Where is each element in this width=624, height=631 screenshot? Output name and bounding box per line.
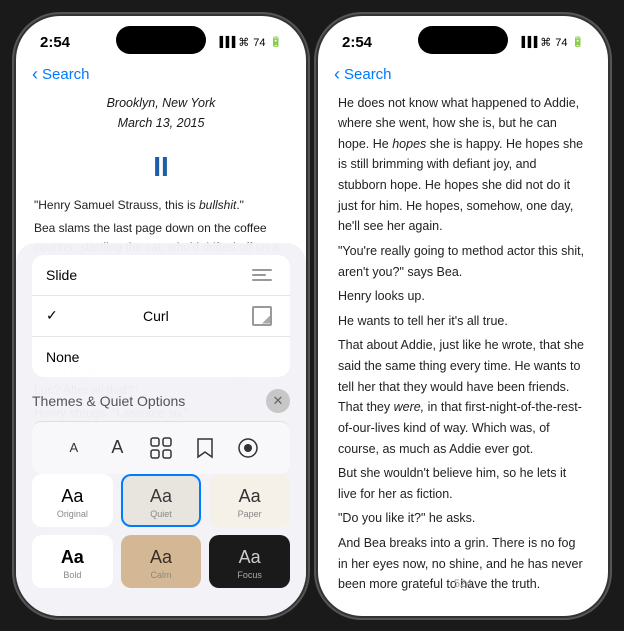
theme-label-calm: Calm [150, 570, 171, 580]
wifi-icon: ⌘ [238, 36, 249, 49]
theme-label-original: Original [57, 509, 88, 519]
theme-aa-original: Aa [61, 486, 83, 507]
back-button-left[interactable]: ‹ Search [32, 64, 90, 85]
book-para-1: "Henry Samuel Strauss, this is bullshit.… [34, 196, 288, 215]
back-label-left: Search [42, 66, 90, 83]
slide-options: Slide ✓ Curl [32, 255, 290, 377]
none-icon [248, 347, 276, 367]
slide-option-label-curl: Curl [143, 308, 169, 324]
theme-card-paper[interactable]: Aa Paper [209, 474, 290, 527]
theme-aa-quiet: Aa [150, 486, 172, 507]
right-para-7: "Do you like it?" he asks. [338, 508, 588, 529]
font-small-button[interactable]: A [56, 430, 92, 466]
book-header: Brooklyn, New York March 13, 2015 [34, 93, 288, 134]
chevron-left-icon: ‹ [32, 64, 38, 85]
theme-aa-focus: Aa [239, 547, 261, 568]
right-para-4: He wants to tell her it's all true. [338, 311, 588, 332]
theme-card-bold[interactable]: Aa Bold [32, 535, 113, 588]
theme-label-paper: Paper [238, 509, 262, 519]
themes-button[interactable] [143, 430, 179, 466]
book-location: Brooklyn, New York [34, 93, 288, 114]
slide-lines-icon [248, 265, 276, 285]
more-button[interactable] [230, 430, 266, 466]
theme-card-quiet[interactable]: Aa Quiet [121, 474, 202, 527]
right-para-1: He does not know what happened to Addie,… [338, 93, 588, 237]
right-para-5: That about Addie, just like he wrote, th… [338, 335, 588, 459]
theme-label-quiet: Quiet [150, 509, 172, 519]
theme-grid: Aa Original Aa Quiet Aa Paper [16, 474, 306, 596]
status-icons-left: ▐▐▐ ⌘ 74 🔋 [216, 36, 282, 49]
dynamic-island [116, 26, 206, 54]
battery-level-left: 74 [253, 37, 265, 49]
right-para-2: "You're really going to method actor thi… [338, 241, 588, 282]
back-button-right[interactable]: ‹ Search [334, 64, 392, 85]
signal-icon-right: ▐▐▐ [518, 37, 536, 48]
curl-icon [248, 306, 276, 326]
phone-left: 2:54 ▐▐▐ ⌘ 74 🔋 ‹ Search Brooklyn, New Y… [16, 16, 306, 616]
book-content-right: He does not know what happened to Addie,… [318, 93, 608, 593]
battery-level-right: 74 [555, 37, 567, 49]
themes-icon [150, 437, 172, 459]
status-time-right: 2:54 [342, 34, 372, 51]
close-button[interactable]: ✕ [266, 389, 290, 413]
wifi-icon-right: ⌘ [540, 36, 551, 49]
bottom-toolbar: A A [32, 421, 290, 474]
chapter-number: II [34, 144, 288, 190]
theme-aa-calm: Aa [150, 547, 172, 568]
themes-header: Themes & Quiet Options ✕ [16, 385, 306, 421]
more-icon [237, 437, 259, 459]
dynamic-island-right [418, 26, 508, 54]
battery-icon-right: 🔋 [572, 37, 584, 48]
book-text-right: He does not know what happened to Addie,… [338, 93, 588, 593]
nav-bar-left: ‹ Search [16, 60, 306, 93]
signal-icon: ▐▐▐ [216, 37, 234, 48]
theme-label-focus: Focus [237, 570, 262, 580]
theme-card-calm[interactable]: Aa Calm [121, 535, 202, 588]
font-large-button[interactable]: A [99, 430, 135, 466]
slide-option-none[interactable]: None [32, 337, 290, 377]
phones-container: 2:54 ▐▐▐ ⌘ 74 🔋 ‹ Search Brooklyn, New Y… [0, 0, 624, 631]
page-number: 524 [318, 572, 608, 596]
status-time-left: 2:54 [40, 34, 70, 51]
right-para-6: But she wouldn't believe him, so he lets… [338, 463, 588, 504]
right-para-3: Henry looks up. [338, 286, 588, 307]
book-date: March 13, 2015 [34, 113, 288, 134]
bookmark-icon [196, 437, 214, 459]
theme-aa-paper: Aa [239, 486, 261, 507]
slide-option-label-none: None [46, 349, 79, 365]
battery-icon: 🔋 [270, 37, 282, 48]
slide-option-curl[interactable]: ✓ Curl [32, 296, 290, 337]
bookmark-button[interactable] [187, 430, 223, 466]
theme-card-original[interactable]: Aa Original [32, 474, 113, 527]
phone-right: 2:54 ▐▐▐ ⌘ 74 🔋 ‹ Search He does not kno… [318, 16, 608, 616]
theme-aa-bold: Aa [61, 547, 84, 568]
back-label-right: Search [344, 66, 392, 83]
nav-bar-right: ‹ Search [318, 60, 608, 93]
theme-label-bold: Bold [63, 570, 81, 580]
slide-option-slide[interactable]: Slide [32, 255, 290, 296]
theme-card-focus[interactable]: Aa Focus [209, 535, 290, 588]
overlay-panel: Slide ✓ Curl [16, 243, 306, 616]
chevron-left-icon-right: ‹ [334, 64, 340, 85]
slide-option-label-slide: Slide [46, 267, 77, 283]
checkmark-icon: ✓ [46, 307, 58, 324]
themes-header-label: Themes & Quiet Options [32, 393, 185, 409]
status-icons-right: ▐▐▐ ⌘ 74 🔋 [518, 36, 584, 49]
